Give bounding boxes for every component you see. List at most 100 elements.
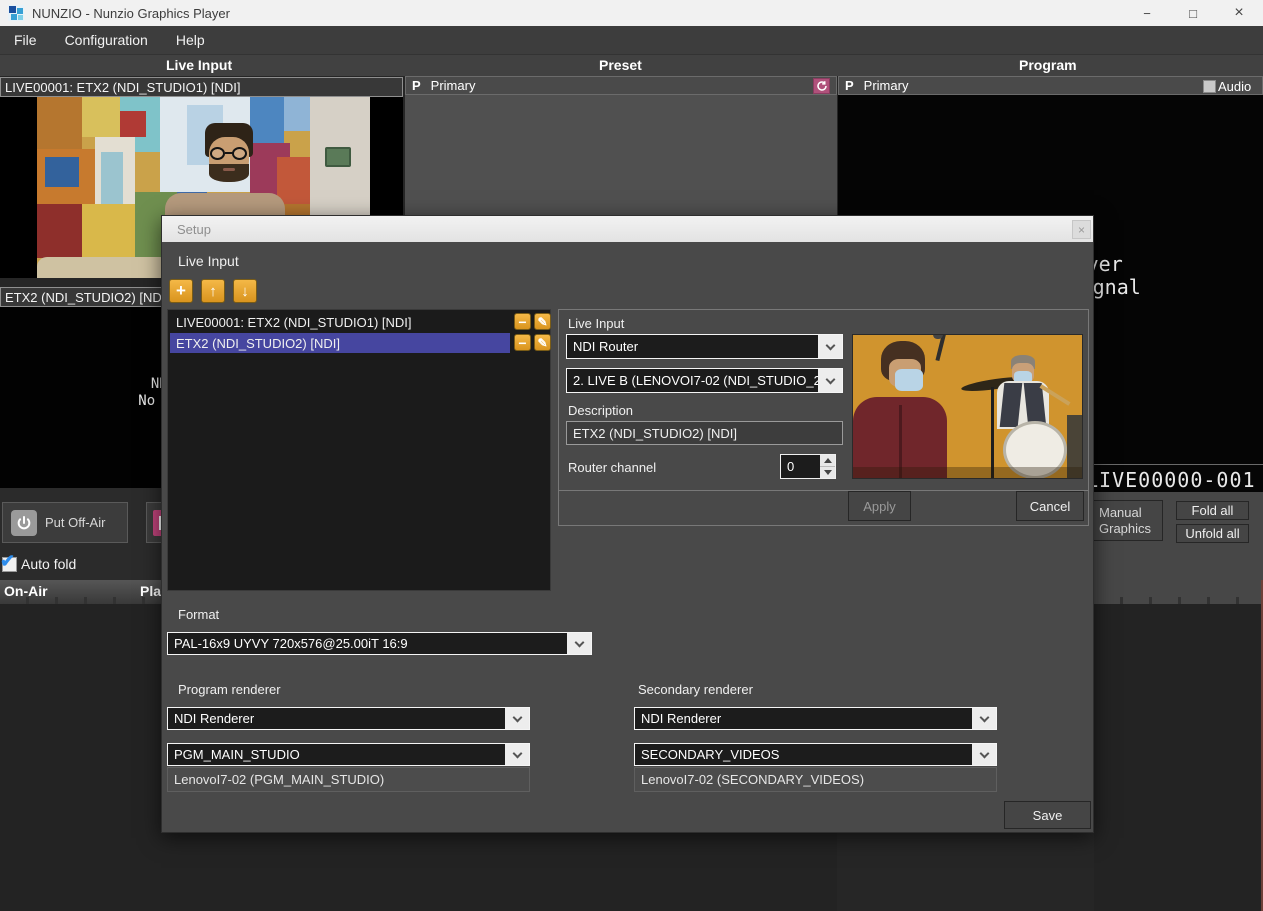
apply-label: Apply <box>863 499 896 514</box>
list-item[interactable]: LIVE00001: ETX2 (NDI_STUDIO1) [NDI] <box>170 312 510 332</box>
chevron-down-icon[interactable] <box>972 744 996 765</box>
detail-section-label: Live Input <box>568 316 624 331</box>
move-down-button[interactable]: ↓ <box>233 279 257 303</box>
router-channel-spinner[interactable]: 0 <box>780 454 836 479</box>
save-label: Save <box>1033 808 1063 823</box>
chevron-down-icon[interactable] <box>818 369 842 392</box>
menu-configuration[interactable]: Configuration <box>51 32 162 48</box>
program-renderer-type-value: NDI Renderer <box>168 708 505 729</box>
cymbal-stand <box>991 387 994 479</box>
menu-help[interactable]: Help <box>162 32 219 48</box>
spin-up-button[interactable] <box>820 455 835 466</box>
program-renderer-resolved-value: LenovoI7-02 (PGM_MAIN_STUDIO) <box>174 772 384 787</box>
preset-reset-button[interactable] <box>813 78 830 94</box>
program-header-bar: P Primary Audio <box>838 76 1263 95</box>
mural-tile <box>120 111 146 137</box>
secondary-renderer-type-select[interactable]: NDI Renderer <box>634 707 997 730</box>
audio-label: Audio <box>1218 79 1251 94</box>
setup-dialog-titlebar: Setup × <box>162 216 1093 242</box>
router-channel-label: Router channel <box>568 460 656 475</box>
chevron-down-icon[interactable] <box>567 633 591 654</box>
minimize-button[interactable]: − <box>1124 0 1170 26</box>
setup-dialog-title: Setup <box>177 222 211 237</box>
spin-down-button[interactable] <box>820 466 835 478</box>
move-up-button[interactable]: ↑ <box>201 279 225 303</box>
cancel-button[interactable]: Cancel <box>1016 491 1084 521</box>
mural-tile <box>284 97 310 131</box>
check-icon: ✔ <box>0 551 15 572</box>
audio-control[interactable]: Audio <box>1203 79 1251 94</box>
secondary-renderer-resolved-value: LenovoI7-02 (SECONDARY_VIDEOS) <box>641 772 864 787</box>
mural-tile <box>82 97 120 137</box>
fold-all-button[interactable]: Fold all <box>1176 501 1249 520</box>
mural-tile <box>45 157 79 187</box>
fold-all-label: Fold all <box>1192 503 1234 518</box>
person-beard <box>209 164 249 182</box>
add-input-button[interactable]: + <box>169 279 193 303</box>
app-icon-tile <box>18 15 23 20</box>
column-preset: Preset <box>599 57 642 73</box>
unfold-all-button[interactable]: Unfold all <box>1176 524 1249 543</box>
program-renderer-type-select[interactable]: NDI Renderer <box>167 707 530 730</box>
setup-section-label: Live Input <box>178 253 239 269</box>
maximize-button[interactable]: □ <box>1170 0 1216 26</box>
titlebar: NUNZIO - Nunzio Graphics Player − □ × <box>0 0 1263 26</box>
menu-file[interactable]: File <box>0 32 51 48</box>
list-item-selected[interactable]: ETX2 (NDI_STUDIO2) [NDI] <box>170 333 510 353</box>
preset-badge: P <box>412 78 421 93</box>
program-column-ticks <box>1094 597 1263 604</box>
program-renderer-output-select[interactable]: PGM_MAIN_STUDIO <box>167 743 530 766</box>
put-offair-label: Put Off-Air <box>45 515 105 530</box>
mural-tile <box>37 204 82 258</box>
secondary-renderer-label: Secondary renderer <box>638 682 753 697</box>
chevron-down-icon[interactable] <box>505 708 529 729</box>
arrow-down-icon: ↓ <box>241 283 249 300</box>
column-headers: Live Input Preset Program <box>0 55 1263 76</box>
input-source-value: 2. LIVE B (LENOVOI7-02 (NDI_STUDIO_2)) <box>567 369 818 392</box>
remove-input-button[interactable]: − <box>514 334 531 351</box>
put-offair-button[interactable]: Put Off-Air <box>2 502 128 543</box>
mural-tile <box>101 152 123 204</box>
column-live-input: Live Input <box>166 57 232 73</box>
input-source-select[interactable]: 2. LIVE B (LENOVOI7-02 (NDI_STUDIO_2)) <box>566 368 843 393</box>
pencil-icon: ✎ <box>537 315 547 329</box>
auto-fold-label: Auto fold <box>21 556 76 572</box>
edit-input-button[interactable]: ✎ <box>534 313 551 330</box>
auto-fold-control[interactable]: ✔ Auto fold <box>2 556 76 572</box>
edit-input-button[interactable]: ✎ <box>534 334 551 351</box>
apply-button[interactable]: Apply <box>848 491 911 521</box>
mural-tile <box>250 97 284 143</box>
chevron-down-icon[interactable] <box>505 744 529 765</box>
column-program: Program <box>1019 57 1077 73</box>
triangle-up-icon <box>824 458 832 463</box>
secondary-renderer-output-value: SECONDARY_VIDEOS <box>635 744 972 765</box>
live-input-list: LIVE00001: ETX2 (NDI_STUDIO1) [NDI] − ✎ … <box>167 309 551 591</box>
chevron-down-icon[interactable] <box>818 335 842 358</box>
format-select[interactable]: PAL-16x9 UYVY 720x576@25.00iT 16:9 <box>167 632 592 655</box>
program-renderer-label: Program renderer <box>178 682 281 697</box>
mural-tile <box>277 157 310 204</box>
description-value: ETX2 (NDI_STUDIO2) [NDI] <box>573 426 737 441</box>
setup-close-button[interactable]: × <box>1072 220 1091 239</box>
description-field[interactable]: ETX2 (NDI_STUDIO2) [NDI] <box>566 421 843 445</box>
cancel-label: Cancel <box>1030 499 1070 514</box>
detail-separator <box>559 490 1088 491</box>
close-button[interactable]: × <box>1216 0 1262 26</box>
remove-input-button[interactable]: − <box>514 313 531 330</box>
save-button[interactable]: Save <box>1004 801 1091 829</box>
audio-checkbox[interactable] <box>1203 80 1216 93</box>
chevron-down-icon[interactable] <box>972 708 996 729</box>
couch <box>37 257 170 278</box>
plus-icon: + <box>176 281 186 301</box>
reset-icon <box>816 80 828 92</box>
arrow-up-icon: ↑ <box>209 283 217 300</box>
secondary-renderer-output-select[interactable]: SECONDARY_VIDEOS <box>634 743 997 766</box>
singer-mask <box>895 369 923 391</box>
input-type-select[interactable]: NDI Router <box>566 334 843 359</box>
manual-graphics-button[interactable]: Manual Graphics <box>1093 500 1163 541</box>
input-preview-video <box>852 334 1083 479</box>
mural-tile <box>82 204 135 258</box>
program-clip-id: LIVE00000-001 <box>1086 468 1256 492</box>
auto-fold-checkbox[interactable]: ✔ <box>2 557 17 572</box>
app-icon-tile <box>17 8 23 14</box>
